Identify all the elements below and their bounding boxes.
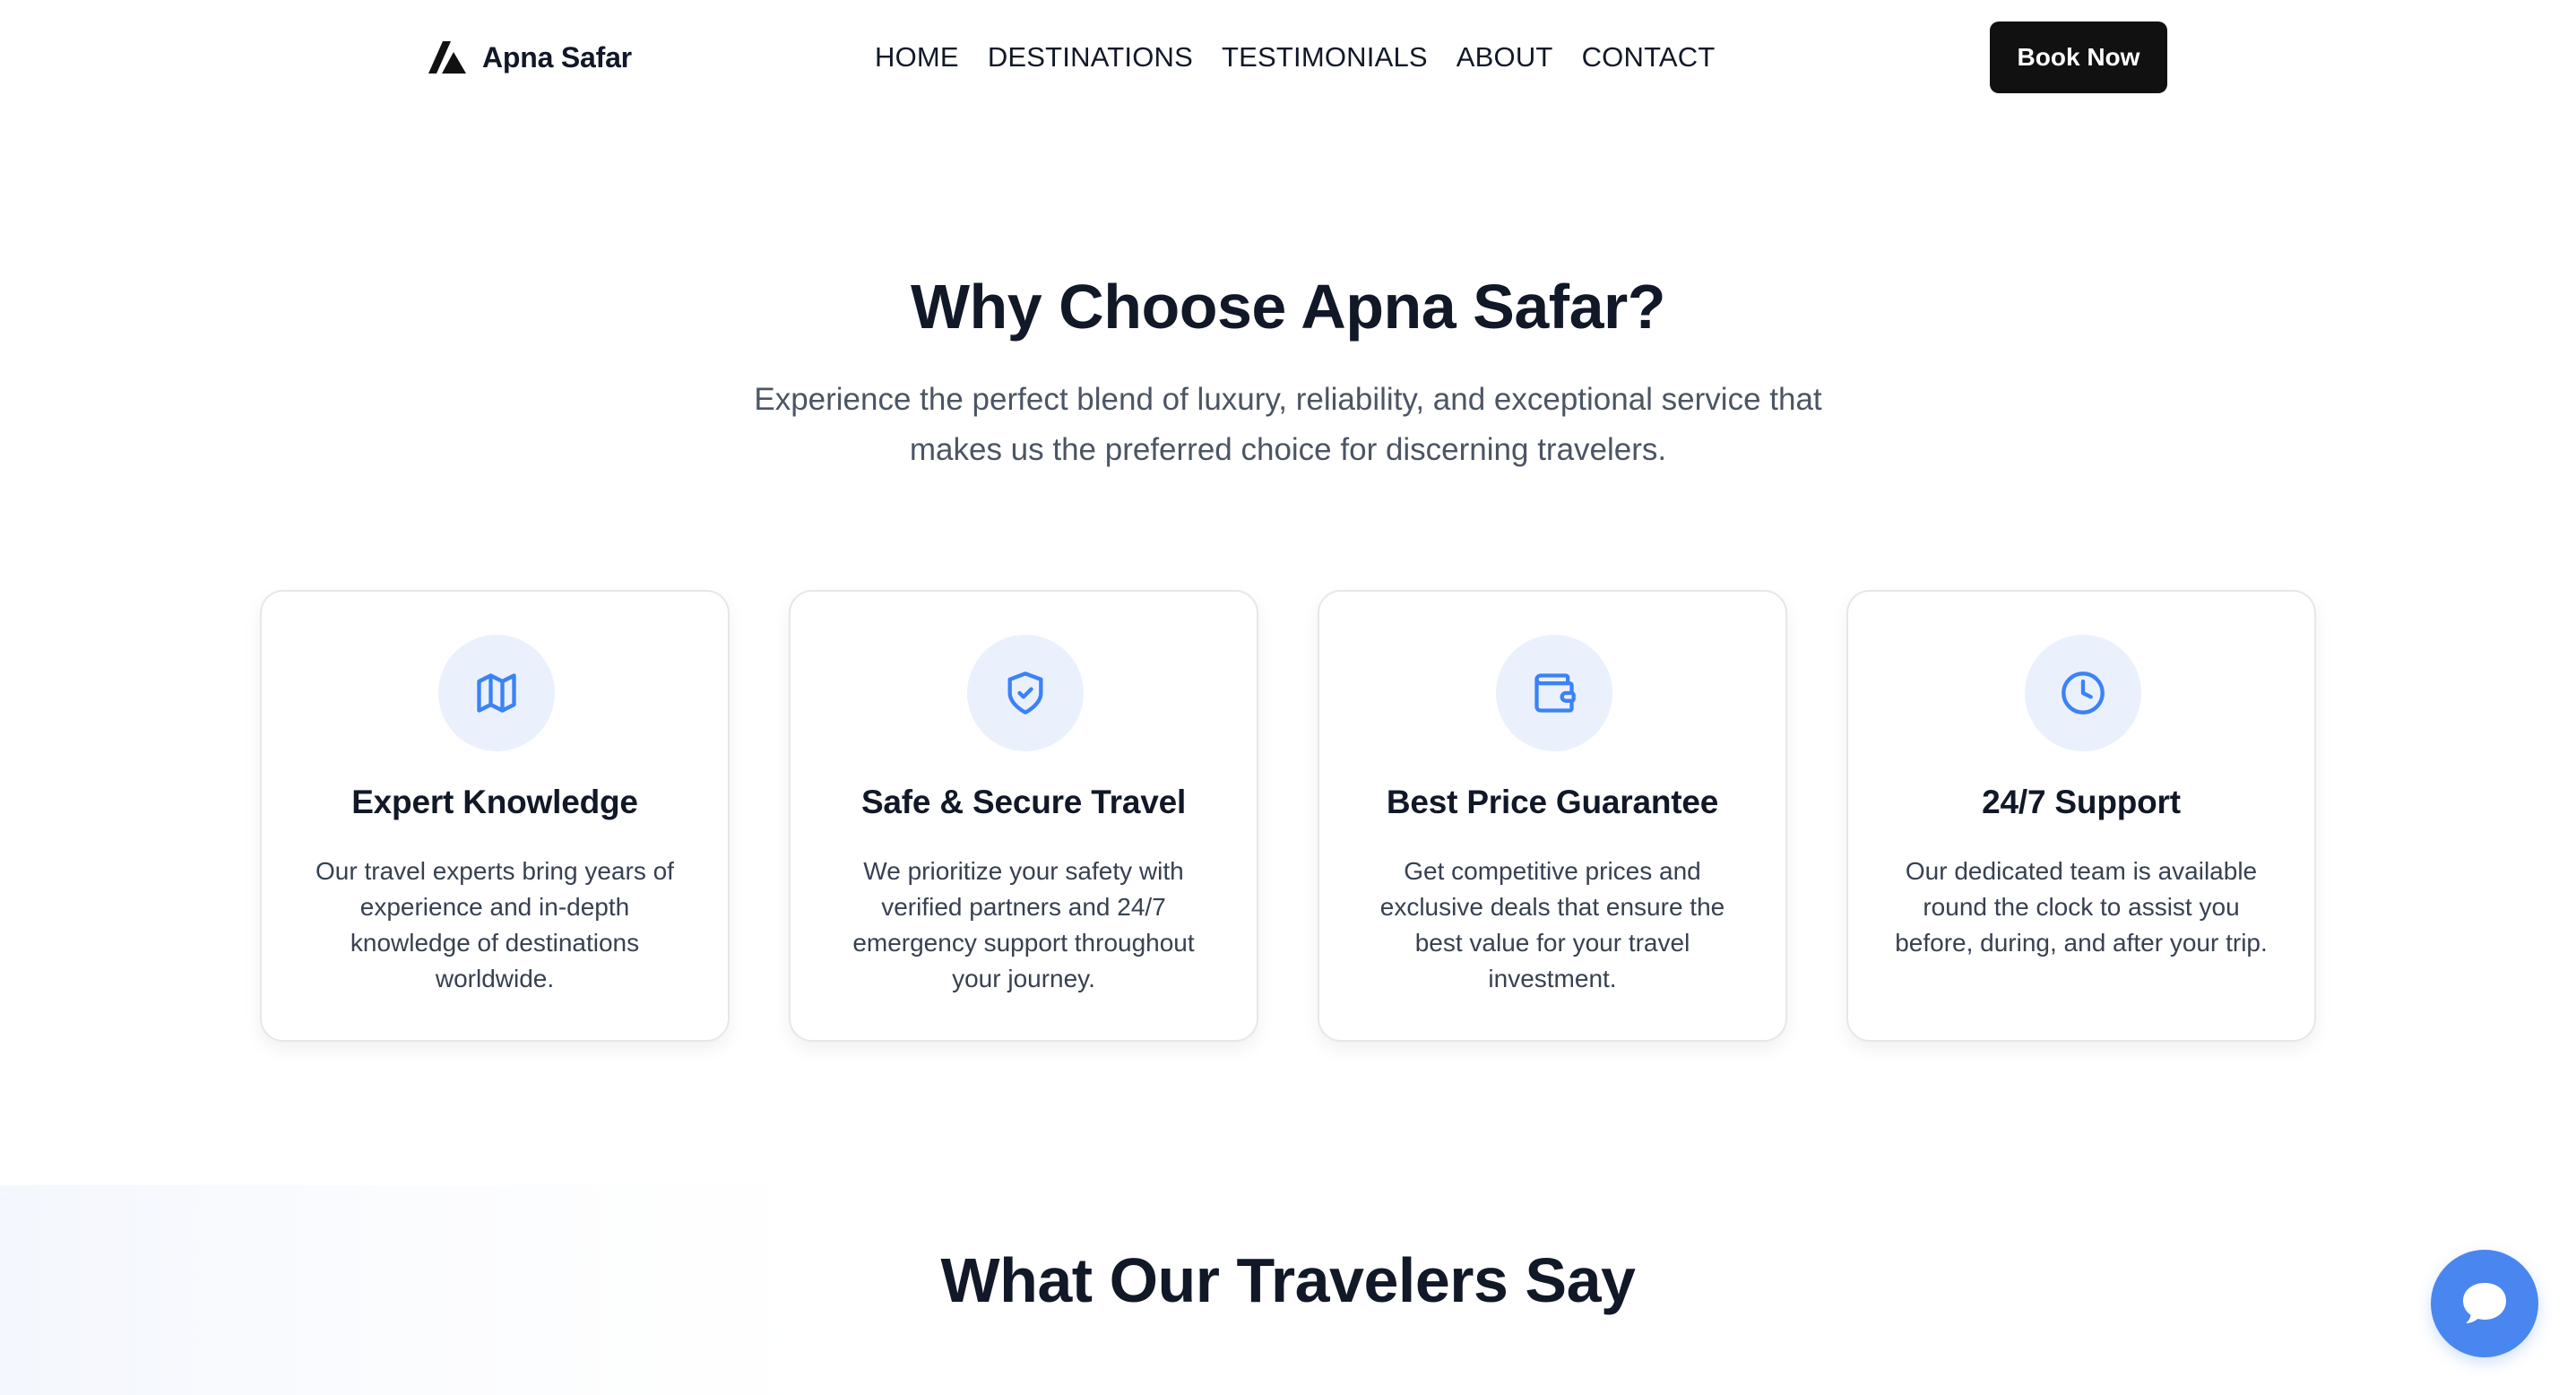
feature-description: Our dedicated team is available round th… bbox=[1895, 857, 2268, 957]
feature-description: We prioritize your safety with verified … bbox=[852, 857, 1195, 992]
feature-card-best-price: Best Price Guarantee Get competitive pri… bbox=[1318, 590, 1787, 1042]
brand[interactable]: Apna Safar bbox=[428, 39, 632, 75]
nav-link-testimonials[interactable]: TESTIMONIALS bbox=[1222, 41, 1428, 74]
nav-link-destinations[interactable]: DESTINATIONS bbox=[988, 41, 1193, 74]
feature-cards: Expert Knowledge Our travel experts brin… bbox=[260, 590, 2323, 1042]
feature-description: Get competitive prices and exclusive dea… bbox=[1379, 857, 1725, 992]
feature-description: Our travel experts bring years of experi… bbox=[316, 857, 674, 992]
page: Apna Safar HOME DESTINATIONS TESTIMONIAL… bbox=[0, 0, 2576, 1395]
navbar: Apna Safar HOME DESTINATIONS TESTIMONIAL… bbox=[0, 0, 2576, 115]
feature-icon-circle bbox=[438, 635, 555, 751]
feature-icon-circle bbox=[967, 635, 1084, 751]
section-subtitle: Experience the perfect blend of luxury, … bbox=[754, 382, 1822, 467]
feature-card-safe-secure: Safe & Secure Travel We prioritize your … bbox=[789, 590, 1258, 1042]
feature-card-support: 24/7 Support Our dedicated team is avail… bbox=[1846, 590, 2316, 1042]
feature-title: 24/7 Support bbox=[1982, 784, 2181, 820]
section-title: Why Choose Apna Safar? bbox=[910, 272, 1666, 342]
mountain-logo-icon bbox=[428, 41, 466, 74]
feature-title: Expert Knowledge bbox=[351, 784, 638, 820]
feature-icon-circle bbox=[1496, 635, 1612, 751]
feature-title: Safe & Secure Travel bbox=[860, 784, 1187, 820]
testimonials-title: What Our Travelers Say bbox=[940, 1245, 1636, 1315]
book-now-button[interactable]: Book Now bbox=[1990, 22, 2167, 93]
map-icon bbox=[477, 673, 516, 713]
chat-bubble-icon bbox=[2463, 1283, 2506, 1323]
wallet-icon bbox=[1534, 673, 1576, 713]
chat-button[interactable] bbox=[2431, 1250, 2538, 1357]
nav-link-about[interactable]: ABOUT bbox=[1457, 41, 1553, 74]
feature-icon-circle bbox=[2025, 635, 2141, 751]
feature-card-expert-knowledge: Expert Knowledge Our travel experts brin… bbox=[260, 590, 730, 1042]
brand-name: Apna Safar bbox=[482, 40, 632, 74]
feature-title: Best Price Guarantee bbox=[1386, 784, 1719, 820]
clock-icon bbox=[2062, 672, 2105, 715]
nav-link-contact[interactable]: CONTACT bbox=[1582, 41, 1716, 74]
nav-link-home[interactable]: HOME bbox=[875, 41, 959, 74]
main-nav: HOME DESTINATIONS TESTIMONIALS ABOUT CON… bbox=[875, 39, 1716, 75]
shield-check-icon bbox=[1007, 672, 1043, 715]
